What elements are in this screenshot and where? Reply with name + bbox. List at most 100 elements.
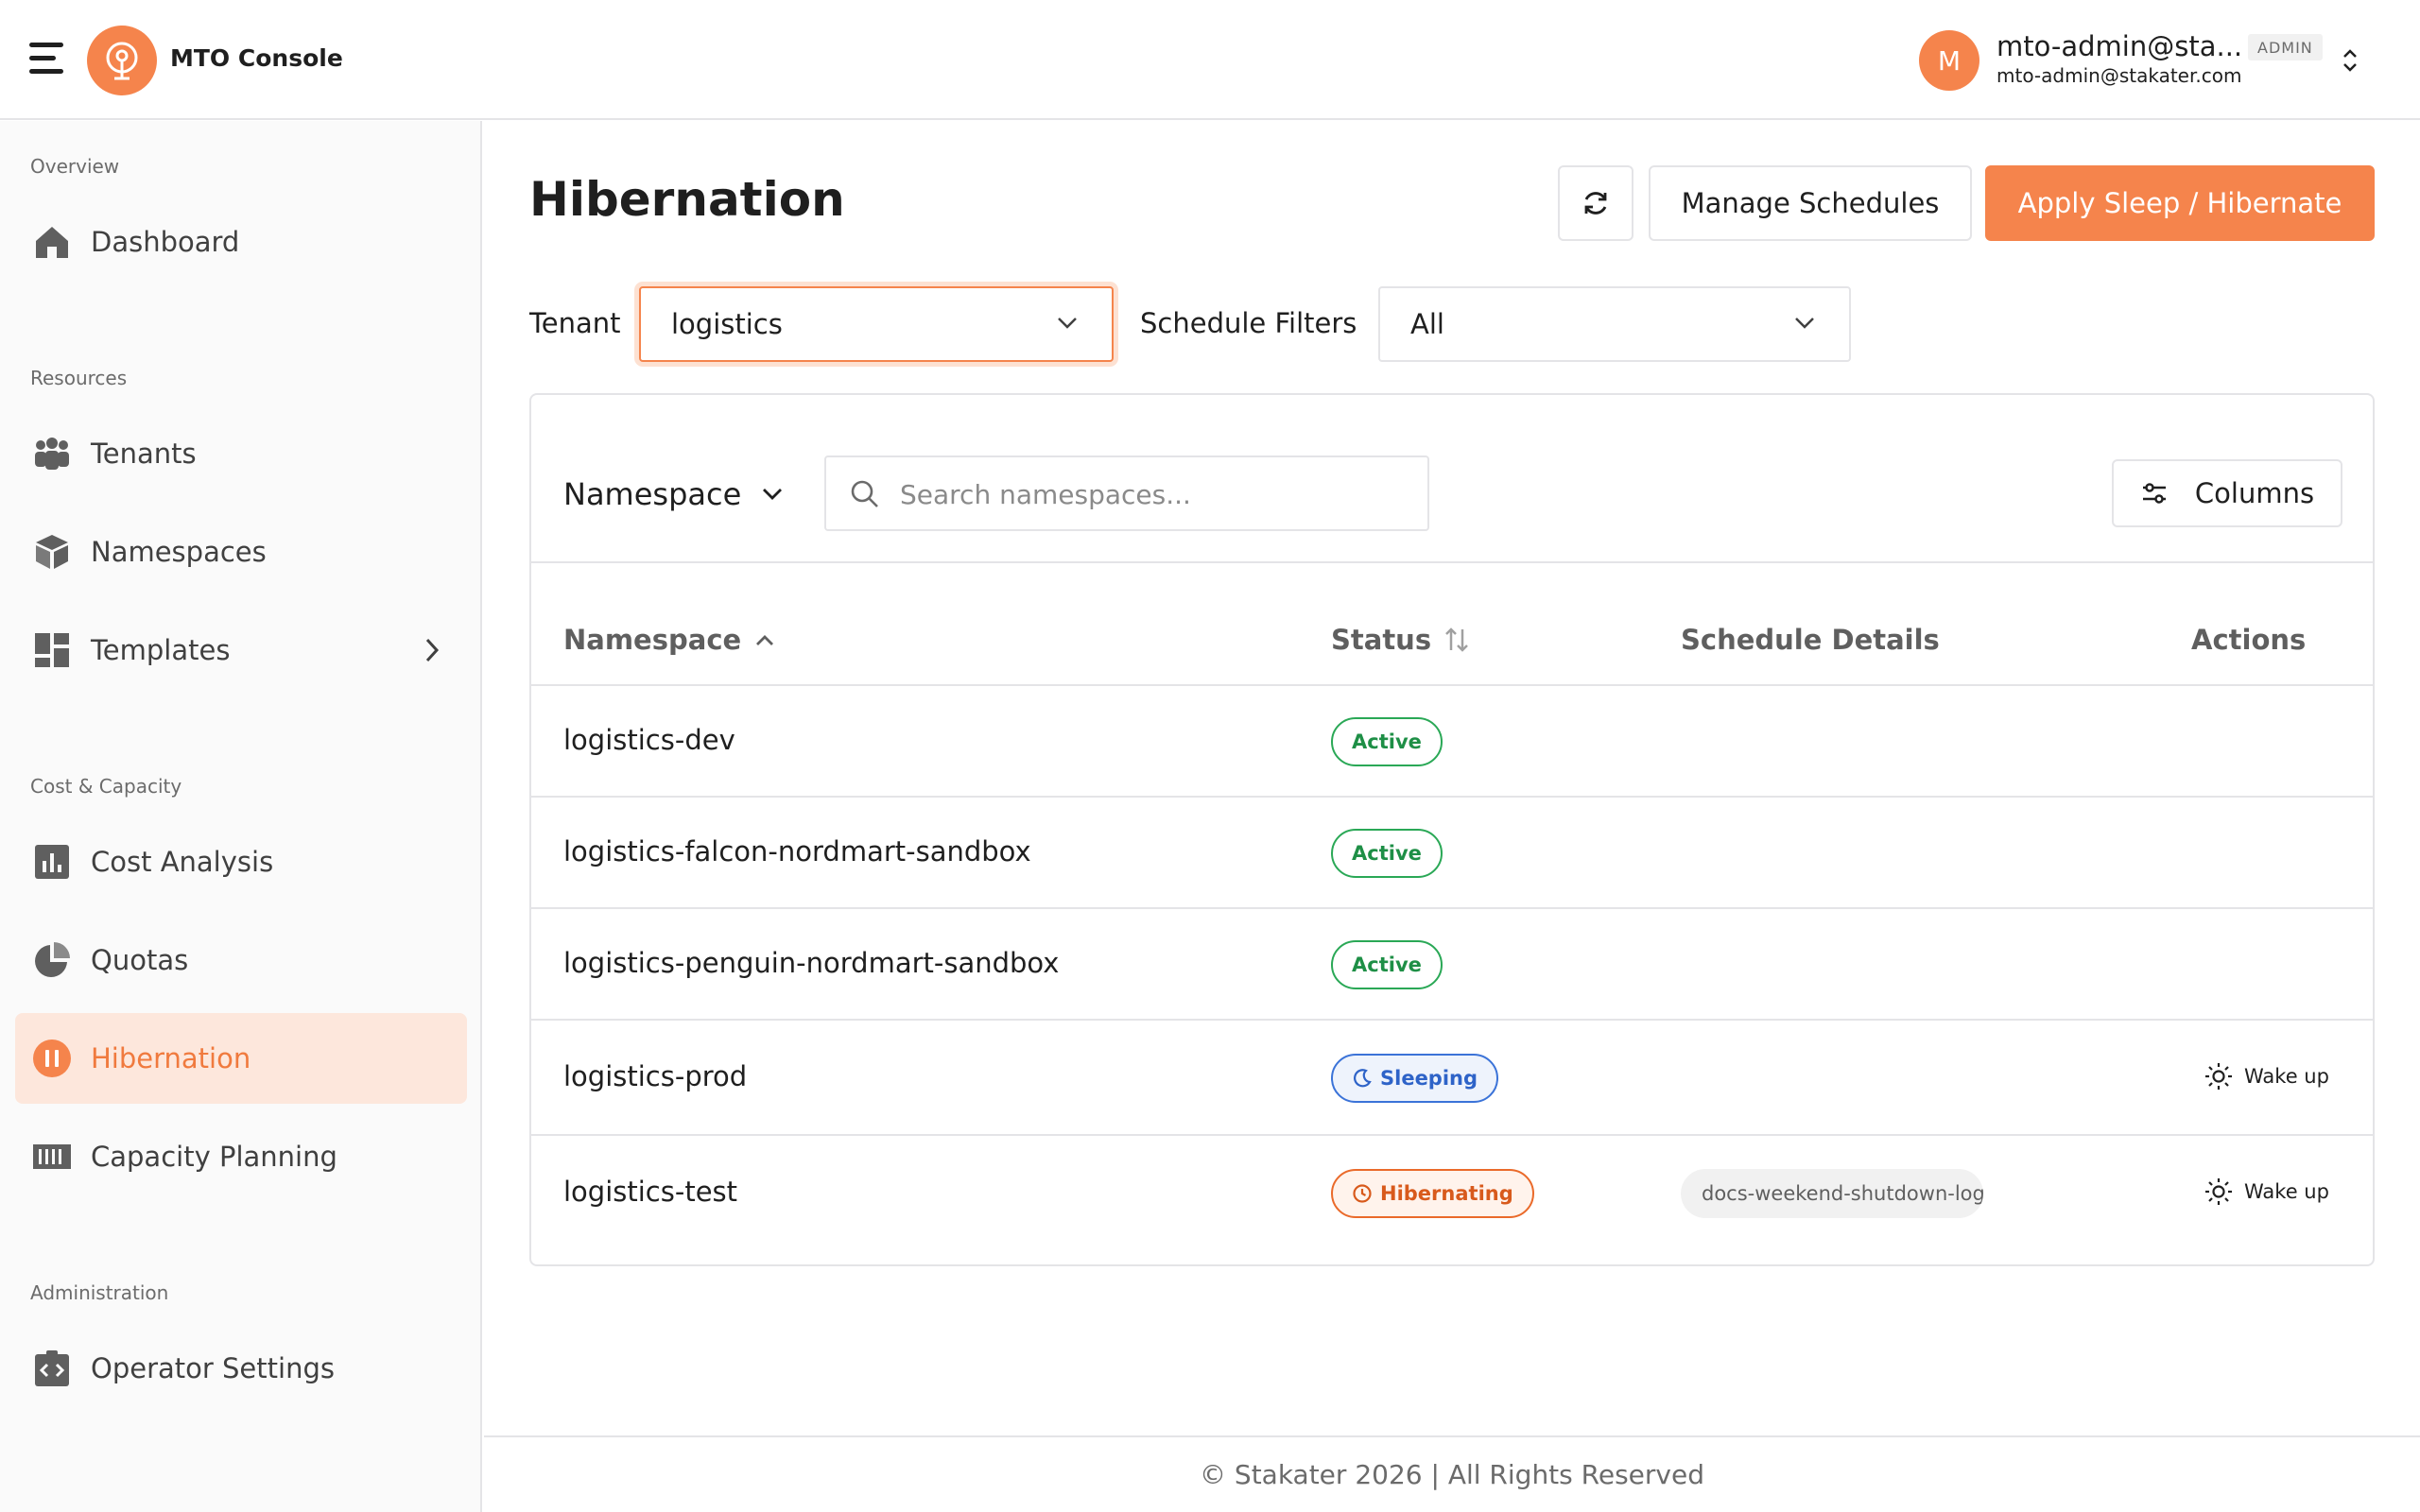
sidebar-item-hibernation[interactable]: Hibernation <box>15 1013 467 1104</box>
avatar: M <box>1919 30 1979 91</box>
footer-divider <box>484 1435 2420 1437</box>
logo-icon <box>106 42 138 80</box>
sidebar-item-capacity-planning[interactable]: Capacity Planning <box>15 1111 467 1202</box>
section-label-resources: Resources <box>30 367 128 389</box>
page-title: Hibernation <box>529 172 845 227</box>
moon-icon <box>1354 1069 1372 1088</box>
sidebar-item-label: Dashboard <box>91 226 240 258</box>
column-header-actions: Actions <box>2191 624 2307 656</box>
tenant-select-value: logistics <box>671 308 783 340</box>
status-badge: Active <box>1331 940 1443 989</box>
chevron-up-down-icon[interactable] <box>2339 43 2361 77</box>
search-icon <box>851 480 878 507</box>
menu-icon[interactable] <box>29 43 63 75</box>
namespace-cell: logistics-test <box>563 1176 738 1208</box>
section-label-cost-capacity: Cost & Capacity <box>30 775 182 798</box>
namespace-cell: logistics-prod <box>563 1060 748 1092</box>
namespace-cell: logistics-penguin-nordmart-sandbox <box>563 947 1060 979</box>
role-badge: ADMIN <box>2248 34 2323 60</box>
wake-up-button[interactable]: Wake up <box>2204 1062 2329 1091</box>
sidebar-item-label: Quotas <box>91 944 189 976</box>
chevron-down-icon <box>1795 318 1814 329</box>
column-header-schedule-details: Schedule Details <box>1681 624 1940 656</box>
sidebar-item-operator-settings[interactable]: Operator Settings <box>15 1323 467 1414</box>
chevron-down-icon <box>1058 318 1077 329</box>
search-namespaces[interactable] <box>824 455 1429 531</box>
section-label-administration: Administration <box>30 1281 169 1304</box>
wake-up-button[interactable]: Wake up <box>2204 1177 2329 1206</box>
cube-icon <box>32 532 72 572</box>
sidebar-item-cost-analysis[interactable]: Cost Analysis <box>15 816 467 907</box>
sidebar-item-templates[interactable]: Templates <box>15 605 467 696</box>
sidebar-item-dashboard[interactable]: Dashboard <box>15 197 467 287</box>
sort-icon <box>1445 627 1468 652</box>
ruler-icon <box>32 1137 72 1177</box>
chevron-right-icon[interactable] <box>424 637 441 663</box>
sidebar-item-namespaces[interactable]: Namespaces <box>15 507 467 597</box>
section-label-overview: Overview <box>30 155 120 178</box>
apply-sleep-hibernate-button[interactable]: Apply Sleep / Hibernate <box>1985 165 2375 241</box>
sun-icon <box>2205 1178 2232 1205</box>
app-logo <box>87 26 157 95</box>
status-badge: Hibernating <box>1331 1169 1534 1218</box>
table-row[interactable]: logistics-dev Active <box>531 686 2373 798</box>
columns-button-label: Columns <box>2194 477 2315 509</box>
schedule-filter-value: All <box>1410 308 1444 340</box>
column-filter-dropdown[interactable]: Namespace <box>563 476 783 512</box>
namespace-cell: logistics-falcon-nordmart-sandbox <box>563 835 1031 868</box>
user-menu[interactable]: M mto-admin@sta... ADMIN mto-admin@staka… <box>1919 28 2363 93</box>
sidebar-item-tenants[interactable]: Tenants <box>15 408 467 499</box>
column-header-label: Namespace <box>563 624 742 656</box>
sliders-icon <box>2142 483 2166 504</box>
schedule-chip[interactable]: docs-weekend-shutdown-logistics <box>1681 1169 1983 1218</box>
home-icon <box>32 222 72 262</box>
app-title: MTO Console <box>170 44 343 72</box>
refresh-button[interactable] <box>1558 165 1634 241</box>
sidebar-item-label: Hibernation <box>91 1042 251 1074</box>
tenant-select[interactable]: logistics <box>639 286 1114 362</box>
tenant-label: Tenant <box>529 307 621 339</box>
refresh-icon <box>1584 192 1607 215</box>
column-header-label: Status <box>1331 624 1432 656</box>
namespaces-table-card: Namespace Columns Namespace Status <box>529 393 2375 1266</box>
schedule-filter-select[interactable]: All <box>1378 286 1851 362</box>
chevron-down-icon <box>763 489 783 500</box>
wake-up-label: Wake up <box>2244 1065 2329 1088</box>
search-input[interactable] <box>900 471 1410 518</box>
status-badge-label: Hibernating <box>1380 1182 1513 1205</box>
table-row[interactable]: logistics-prod Sleeping Wake up <box>531 1021 2373 1136</box>
status-badge: Active <box>1331 717 1443 766</box>
status-badge-label: Sleeping <box>1380 1067 1478 1090</box>
pause-circle-icon <box>32 1039 72 1078</box>
sidebar-item-label: Namespaces <box>91 536 267 568</box>
wake-up-label: Wake up <box>2244 1180 2329 1203</box>
top-header: MTO Console M mto-admin@sta... ADMIN mto… <box>0 0 2420 120</box>
sidebar-item-label: Operator Settings <box>91 1352 335 1384</box>
users-icon <box>32 434 72 473</box>
divider <box>531 561 2373 563</box>
sun-icon <box>2205 1063 2232 1090</box>
manage-schedules-button[interactable]: Manage Schedules <box>1649 165 1972 241</box>
user-email: mto-admin@stakater.com <box>1996 64 2242 87</box>
table-row[interactable]: logistics-test Hibernating docs-weekend-… <box>531 1136 2373 1249</box>
sidebar-item-label: Capacity Planning <box>91 1141 337 1173</box>
dashboard-grid-icon <box>32 630 72 670</box>
sidebar-item-label: Templates <box>91 634 231 666</box>
column-header-status[interactable]: Status <box>1331 624 1471 656</box>
namespace-cell: logistics-dev <box>563 724 735 756</box>
pie-chart-icon <box>32 940 72 980</box>
sidebar-item-label: Cost Analysis <box>91 846 274 878</box>
user-name: mto-admin@sta... <box>1996 30 2243 62</box>
columns-button[interactable]: Columns <box>2112 459 2342 527</box>
bar-chart-icon <box>32 842 72 882</box>
status-badge: Sleeping <box>1331 1054 1499 1103</box>
table-row[interactable]: logistics-penguin-nordmart-sandbox Activ… <box>531 909 2373 1021</box>
status-badge: Active <box>1331 829 1443 878</box>
column-header-namespace[interactable]: Namespace <box>563 624 775 656</box>
sidebar-item-quotas[interactable]: Quotas <box>15 915 467 1005</box>
schedule-filters-label: Schedule Filters <box>1140 307 1357 339</box>
sidebar: Overview Dashboard Resources Tenants Nam… <box>0 121 482 1512</box>
column-filter-label: Namespace <box>563 476 742 512</box>
code-clipboard-icon <box>32 1349 72 1388</box>
table-row[interactable]: logistics-falcon-nordmart-sandbox Active <box>531 798 2373 909</box>
